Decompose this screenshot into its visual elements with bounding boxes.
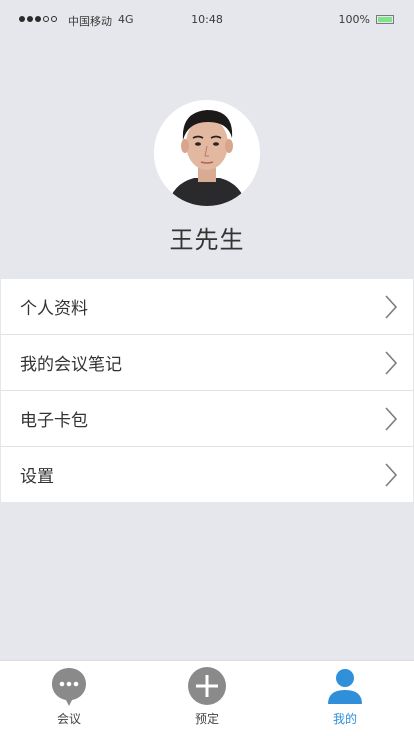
menu-item-label: 电子卡包 bbox=[20, 411, 88, 431]
user-name: 王先生 bbox=[169, 226, 245, 254]
battery-percentage: 100% bbox=[338, 13, 370, 26]
chevron-right-icon bbox=[385, 294, 398, 319]
tab-label: 会议 bbox=[56, 712, 81, 726]
menu-item-settings[interactable]: 设置 bbox=[1, 447, 413, 502]
menu-item-label: 设置 bbox=[20, 467, 54, 487]
profile-header: 王先生 bbox=[0, 100, 414, 255]
menu-item-profile[interactable]: 个人资料 bbox=[1, 279, 413, 335]
menu-item-label: 个人资料 bbox=[20, 299, 88, 319]
person-photo-icon bbox=[154, 100, 260, 206]
avatar[interactable] bbox=[154, 100, 260, 206]
menu-item-label: 我的会议笔记 bbox=[20, 355, 122, 375]
menu-item-meeting-notes[interactable]: 我的会议笔记 bbox=[1, 335, 413, 391]
tab-bar: 会议 预定 我的 bbox=[0, 660, 414, 736]
tab-label: 我的 bbox=[332, 712, 357, 726]
tab-booking[interactable]: 预定 bbox=[138, 661, 276, 736]
tab-mine[interactable]: 我的 bbox=[276, 661, 414, 736]
chevron-right-icon bbox=[385, 406, 398, 431]
plus-circle-icon bbox=[188, 667, 226, 705]
menu-item-card-wallet[interactable]: 电子卡包 bbox=[1, 391, 413, 447]
status-bar: 中国移动 4G 10:48 100% bbox=[0, 0, 414, 40]
profile-menu: 个人资料 我的会议笔记 电子卡包 设置 bbox=[1, 279, 413, 502]
user-icon bbox=[328, 669, 362, 704]
tab-label: 预定 bbox=[194, 712, 219, 726]
battery-icon bbox=[376, 15, 394, 24]
chevron-right-icon bbox=[385, 462, 398, 487]
chevron-right-icon bbox=[385, 350, 398, 375]
tab-meetings[interactable]: 会议 bbox=[0, 661, 138, 736]
chat-bubble-icon bbox=[52, 668, 86, 706]
